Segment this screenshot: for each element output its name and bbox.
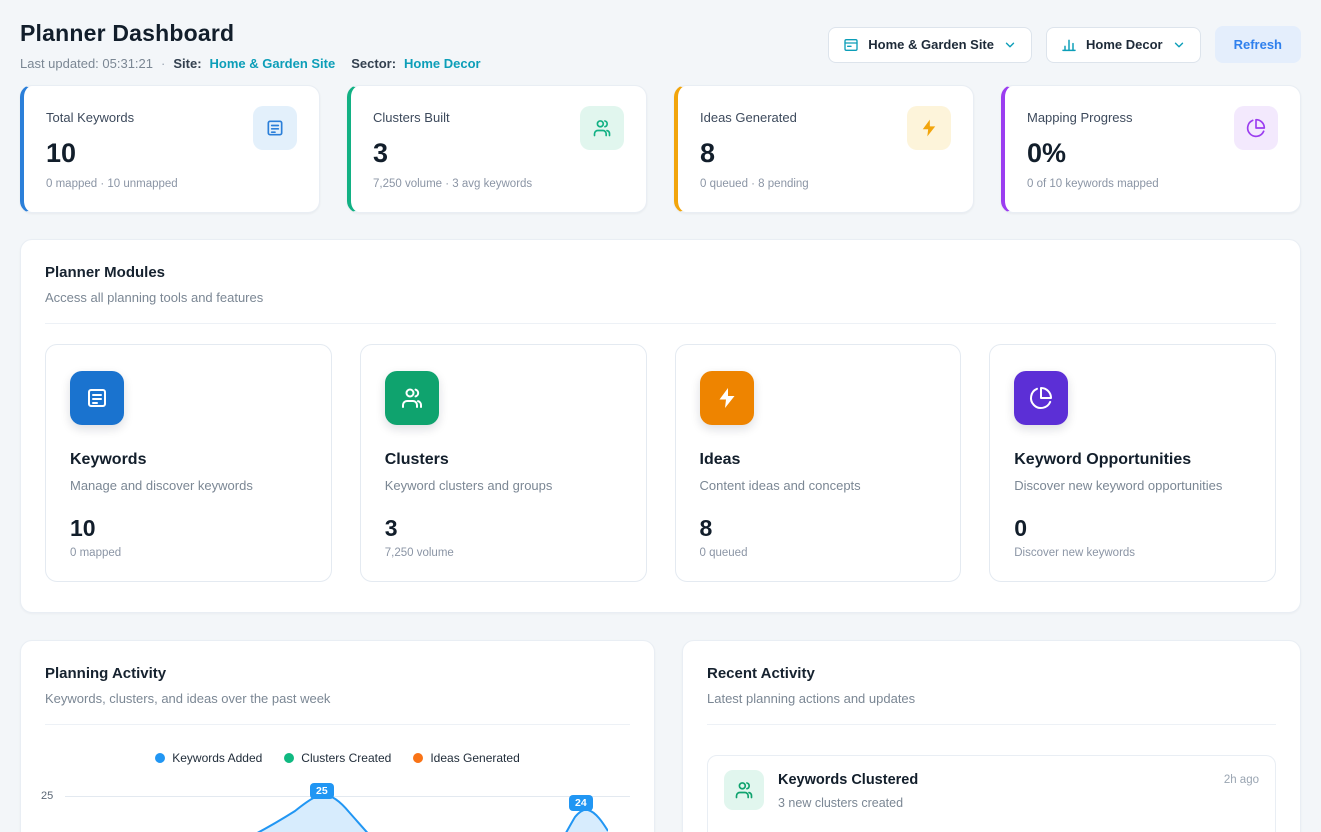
page-header: Planner Dashboard Last updated: 05:31:21… <box>20 20 1301 71</box>
planner-modules-panel: Planner Modules Access all planning tool… <box>20 239 1301 613</box>
stat-cards-row: Total Keywords 10 0 mapped · 10 unmapped… <box>20 85 1301 213</box>
modules-grid: Keywords Manage and discover keywords 10… <box>21 324 1300 612</box>
section-title: Planning Activity <box>45 665 630 682</box>
users-icon <box>385 371 439 425</box>
legend-label: Clusters Created <box>301 751 391 765</box>
module-card-keyword-opportunities[interactable]: Keyword Opportunities Discover new keywo… <box>989 344 1276 582</box>
stat-label: Mapping Progress <box>1027 106 1133 125</box>
section-subtitle: Latest planning actions and updates <box>707 691 1276 706</box>
sector-label: Sector: <box>351 56 396 71</box>
module-card-keywords[interactable]: Keywords Manage and discover keywords 10… <box>45 344 332 582</box>
stat-detail: 7,250 volume · 3 avg keywords <box>373 178 624 190</box>
activity-timestamp: 2h ago <box>1224 774 1259 786</box>
site-icon <box>843 37 859 53</box>
stat-card-total-keywords: Total Keywords 10 0 mapped · 10 unmapped <box>20 85 320 213</box>
stat-label: Total Keywords <box>46 106 134 125</box>
module-value: 10 <box>70 515 307 542</box>
legend-dot <box>413 753 423 763</box>
lightning-icon <box>907 106 951 150</box>
module-description: Discover new keyword opportunities <box>1014 478 1251 493</box>
module-title: Clusters <box>385 451 622 469</box>
legend-item-keywords-added[interactable]: Keywords Added <box>155 751 262 765</box>
legend-dot <box>284 753 294 763</box>
section-title: Recent Activity <box>707 665 1276 682</box>
pie-chart-icon <box>1014 371 1068 425</box>
legend-label: Ideas Generated <box>430 751 519 765</box>
recent-activity-header: Recent Activity Latest planning actions … <box>683 641 1300 725</box>
users-icon <box>580 106 624 150</box>
document-icon <box>70 371 124 425</box>
refresh-button[interactable]: Refresh <box>1215 26 1301 63</box>
module-value: 0 <box>1014 515 1251 542</box>
pie-chart-icon <box>1234 106 1278 150</box>
module-description: Content ideas and concepts <box>700 478 937 493</box>
legend-item-clusters-created[interactable]: Clusters Created <box>284 751 391 765</box>
module-title: Ideas <box>700 451 937 469</box>
data-point-label: 24 <box>569 795 593 811</box>
chart-legend: Keywords Added Clusters Created Ideas Ge… <box>21 725 654 765</box>
stat-label: Clusters Built <box>373 106 450 125</box>
keywords-added-area-series <box>65 777 608 832</box>
legend-dot <box>155 753 165 763</box>
sector-link[interactable]: Home Decor <box>404 56 481 71</box>
page-header-controls: Home & Garden Site Home Decor Refresh <box>828 26 1301 63</box>
sector-selector-dropdown[interactable]: Home Decor <box>1046 27 1201 63</box>
activity-detail: 3 new clusters created <box>778 796 1210 810</box>
bottom-row: Planning Activity Keywords, clusters, an… <box>20 640 1301 832</box>
stat-detail: 0 queued · 8 pending <box>700 178 951 190</box>
page-title: Planner Dashboard <box>20 20 481 47</box>
bar-chart-icon <box>1061 37 1077 53</box>
data-point-label: 25 <box>310 783 334 799</box>
stat-card-ideas-generated: Ideas Generated 8 0 queued · 8 pending <box>674 85 974 213</box>
site-link[interactable]: Home & Garden Site <box>210 56 336 71</box>
module-detail: 7,250 volume <box>385 547 622 559</box>
stat-detail: 0 mapped · 10 unmapped <box>46 178 297 190</box>
lightning-icon <box>700 371 754 425</box>
page-meta: Last updated: 05:31:21 · Site: Home & Ga… <box>20 56 481 71</box>
section-subtitle: Access all planning tools and features <box>45 290 1276 305</box>
planning-activity-header: Planning Activity Keywords, clusters, an… <box>21 641 654 725</box>
module-title: Keywords <box>70 451 307 469</box>
site-selector-dropdown[interactable]: Home & Garden Site <box>828 27 1032 63</box>
y-axis-tick: 25 <box>41 790 53 802</box>
planner-modules-header: Planner Modules Access all planning tool… <box>21 240 1300 324</box>
stat-label: Ideas Generated <box>700 106 797 125</box>
stat-card-mapping-progress: Mapping Progress 0% 0 of 10 keywords map… <box>1001 85 1301 213</box>
module-card-clusters[interactable]: Clusters Keyword clusters and groups 3 7… <box>360 344 647 582</box>
module-description: Manage and discover keywords <box>70 478 307 493</box>
sector-selector-label: Home Decor <box>1086 37 1163 52</box>
legend-item-ideas-generated[interactable]: Ideas Generated <box>413 751 519 765</box>
module-detail: 0 queued <box>700 547 937 559</box>
legend-label: Keywords Added <box>172 751 262 765</box>
activity-title: Keywords Clustered <box>778 772 1210 788</box>
planning-activity-panel: Planning Activity Keywords, clusters, an… <box>20 640 655 832</box>
module-detail: Discover new keywords <box>1014 547 1251 559</box>
section-subtitle: Keywords, clusters, and ideas over the p… <box>45 691 630 706</box>
chevron-down-icon <box>1172 38 1186 52</box>
module-value: 8 <box>700 515 937 542</box>
chevron-down-icon <box>1003 38 1017 52</box>
module-title: Keyword Opportunities <box>1014 451 1251 469</box>
site-selector-label: Home & Garden Site <box>868 37 994 52</box>
site-label: Site: <box>173 56 201 71</box>
page-header-left: Planner Dashboard Last updated: 05:31:21… <box>20 20 481 71</box>
meta-separator: · <box>161 56 165 71</box>
module-value: 3 <box>385 515 622 542</box>
stat-card-clusters-built: Clusters Built 3 7,250 volume · 3 avg ke… <box>347 85 647 213</box>
module-detail: 0 mapped <box>70 547 307 559</box>
module-card-ideas[interactable]: Ideas Content ideas and concepts 8 0 que… <box>675 344 962 582</box>
activity-item-keywords-clustered: Keywords Clustered 3 new clusters create… <box>707 755 1276 832</box>
recent-activity-panel: Recent Activity Latest planning actions … <box>682 640 1301 832</box>
module-description: Keyword clusters and groups <box>385 478 622 493</box>
document-icon <box>253 106 297 150</box>
last-updated-text: Last updated: 05:31:21 <box>20 56 153 71</box>
planner-dashboard-page: Planner Dashboard Last updated: 05:31:21… <box>0 0 1321 832</box>
stat-detail: 0 of 10 keywords mapped <box>1027 178 1278 190</box>
activity-list: Keywords Clustered 3 new clusters create… <box>683 725 1300 832</box>
planning-activity-chart: 25 25 24 <box>41 777 630 832</box>
users-icon <box>724 770 764 810</box>
section-title: Planner Modules <box>45 264 1276 281</box>
